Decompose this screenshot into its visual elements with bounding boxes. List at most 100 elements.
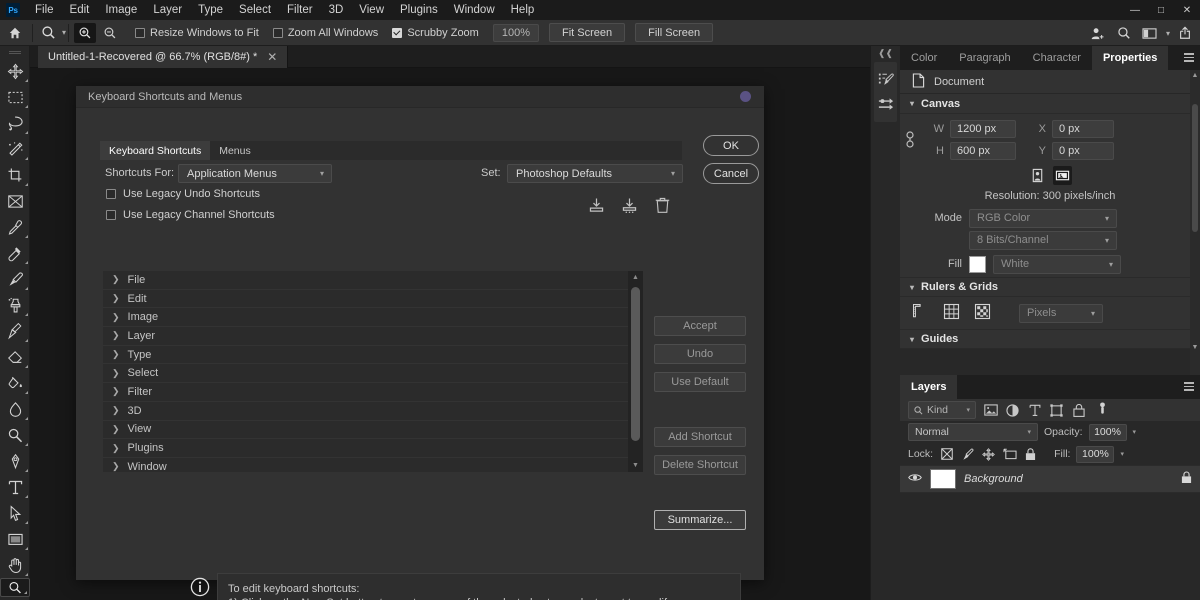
scrollbar-thumb[interactable] (1192, 104, 1198, 232)
zoom-in-icon[interactable] (74, 23, 96, 43)
brush-sliders-icon[interactable] (874, 92, 897, 118)
tab-paragraph[interactable]: Paragraph (948, 46, 1021, 70)
tree-row[interactable]: ❯Type (103, 346, 643, 365)
grid-icon[interactable] (943, 303, 960, 323)
lock-position-icon[interactable] (981, 446, 996, 462)
path-selection-tool[interactable] (0, 500, 30, 526)
document-tab[interactable]: Untitled-1-Recovered @ 66.7% (RGB/8#) * … (38, 46, 288, 68)
set-select[interactable]: Photoshop Defaults ▾ (507, 164, 683, 183)
portrait-orientation-icon[interactable] (1028, 166, 1047, 185)
zoom-level-input[interactable]: 100% (493, 24, 539, 42)
layer-row-background[interactable]: Background (900, 465, 1200, 493)
scroll-up-icon[interactable]: ▲ (1190, 70, 1200, 82)
move-tool[interactable] (0, 58, 30, 84)
tab-character[interactable]: Character (1022, 46, 1092, 70)
ruler-units-select[interactable]: Pixels ▾ (1019, 304, 1103, 323)
dialog-close-dot-icon[interactable] (740, 91, 751, 102)
tree-row[interactable]: ❯Window (103, 458, 643, 472)
menu-item-3d[interactable]: 3D (321, 0, 352, 20)
tab-layers[interactable]: Layers (900, 375, 957, 399)
delete-set-icon[interactable] (654, 197, 671, 214)
canvas-width-input[interactable]: 1200 px (950, 120, 1016, 138)
lock-icon[interactable] (1181, 471, 1192, 487)
scroll-down-icon[interactable]: ▼ (1190, 342, 1200, 354)
menu-item-select[interactable]: Select (231, 0, 279, 20)
menu-item-view[interactable]: View (351, 0, 392, 20)
tree-row[interactable]: ❯Edit (103, 290, 643, 309)
ruler-icon[interactable] (912, 303, 929, 323)
magic-wand-tool[interactable] (0, 136, 30, 162)
tab-properties[interactable]: Properties (1092, 46, 1168, 70)
tree-row[interactable]: ❯Select (103, 364, 643, 383)
zoom-out-icon[interactable] (99, 23, 121, 43)
horizontal-type-tool[interactable] (0, 474, 30, 500)
brushes-settings-icon[interactable] (874, 66, 897, 92)
tree-row[interactable]: ❯3D (103, 402, 643, 421)
adjustment-filter-icon[interactable] (1005, 402, 1020, 418)
add-shortcut-button[interactable]: Add Shortcut (654, 427, 746, 447)
dialog-title-bar[interactable]: Keyboard Shortcuts and Menus (76, 86, 764, 107)
tree-row[interactable]: ❯Layer (103, 327, 643, 346)
chevron-right-icon[interactable]: ❯ (112, 386, 120, 397)
chevron-right-icon[interactable]: ❯ (112, 312, 120, 323)
workspace-switcher-icon[interactable] (1139, 22, 1161, 44)
save-set-as-icon[interactable] (621, 197, 638, 214)
panel-menu-icon[interactable] (1184, 53, 1194, 62)
menu-item-filter[interactable]: Filter (279, 0, 321, 20)
scrollbar-thumb[interactable] (631, 287, 640, 441)
chevron-right-icon[interactable]: ❯ (112, 330, 120, 341)
menu-item-plugins[interactable]: Plugins (392, 0, 446, 20)
rectangular-marquee-tool[interactable] (0, 84, 30, 110)
panel-menu-icon[interactable] (1184, 382, 1194, 391)
opacity-stepper-chevron-down-icon[interactable]: ▾ (1133, 428, 1137, 436)
lock-image-pixels-icon[interactable] (960, 446, 975, 462)
scroll-down-icon[interactable]: ▼ (628, 459, 643, 472)
fill-input[interactable]: 100% (1076, 446, 1114, 463)
link-dimensions-icon[interactable] (900, 128, 920, 152)
tab-menus[interactable]: Menus (210, 141, 260, 160)
tree-row[interactable]: ❯View (103, 421, 643, 440)
eraser-tool[interactable] (0, 344, 30, 370)
lock-artboard-icon[interactable] (1002, 446, 1017, 462)
smart-object-filter-icon[interactable] (1071, 402, 1086, 418)
zoom-tool[interactable] (0, 578, 30, 597)
rulers-grids-section-header[interactable]: ▾ Rulers & Grids (900, 277, 1200, 297)
tab-color[interactable]: Color (900, 46, 948, 70)
home-icon[interactable] (0, 26, 30, 40)
use-legacy-undo-shortcuts-checkbox[interactable]: Use Legacy Undo Shortcuts (106, 188, 260, 200)
layer-filter-kind-select[interactable]: Kind ▾ (908, 401, 976, 419)
type-filter-icon[interactable] (1027, 402, 1042, 418)
clone-stamp-tool[interactable] (0, 292, 30, 318)
tool-preset-chevron-down-icon[interactable]: ▾ (62, 28, 66, 37)
chevron-right-icon[interactable]: ❯ (112, 274, 120, 285)
fill-select[interactable]: White ▾ (993, 255, 1121, 274)
tab-keyboard-shortcuts[interactable]: Keyboard Shortcuts (100, 141, 210, 160)
shortcuts-for-select[interactable]: Application Menus ▾ (178, 164, 332, 183)
canvas-x-input[interactable]: 0 px (1052, 120, 1114, 138)
spot-healing-brush-tool[interactable] (0, 240, 30, 266)
opacity-input[interactable]: 100% (1089, 424, 1127, 441)
search-icon[interactable] (1113, 22, 1135, 44)
menu-item-help[interactable]: Help (503, 0, 543, 20)
chevron-right-icon[interactable]: ❯ (112, 368, 120, 379)
eyedropper-tool[interactable] (0, 214, 30, 240)
fill-stepper-chevron-down-icon[interactable]: ▾ (1120, 450, 1124, 458)
fill-color-swatch[interactable] (969, 256, 986, 273)
use-legacy-channel-shortcuts-checkbox[interactable]: Use Legacy Channel Shortcuts (106, 209, 275, 221)
user-account-icon[interactable] (1087, 22, 1109, 44)
current-tool-icon[interactable] (35, 22, 61, 44)
zoom-all-windows-checkbox[interactable]: Zoom All Windows (273, 27, 378, 39)
accept-button[interactable]: Accept (654, 316, 746, 336)
chevron-right-icon[interactable]: ❯ (112, 443, 120, 454)
canvas-height-input[interactable]: 600 px (950, 142, 1016, 160)
chevron-right-icon[interactable]: ❯ (112, 424, 120, 435)
ok-button[interactable]: OK (703, 135, 759, 156)
menu-item-type[interactable]: Type (190, 0, 231, 20)
resize-windows-to-fit-checkbox[interactable]: Resize Windows to Fit (135, 27, 259, 39)
eye-icon[interactable] (908, 472, 922, 486)
menu-item-image[interactable]: Image (97, 0, 145, 20)
guides-section-header[interactable]: ▾ Guides (900, 329, 1200, 349)
layer-thumbnail[interactable] (930, 469, 956, 489)
blur-tool[interactable] (0, 396, 30, 422)
chevron-right-icon[interactable]: ❯ (112, 349, 120, 360)
